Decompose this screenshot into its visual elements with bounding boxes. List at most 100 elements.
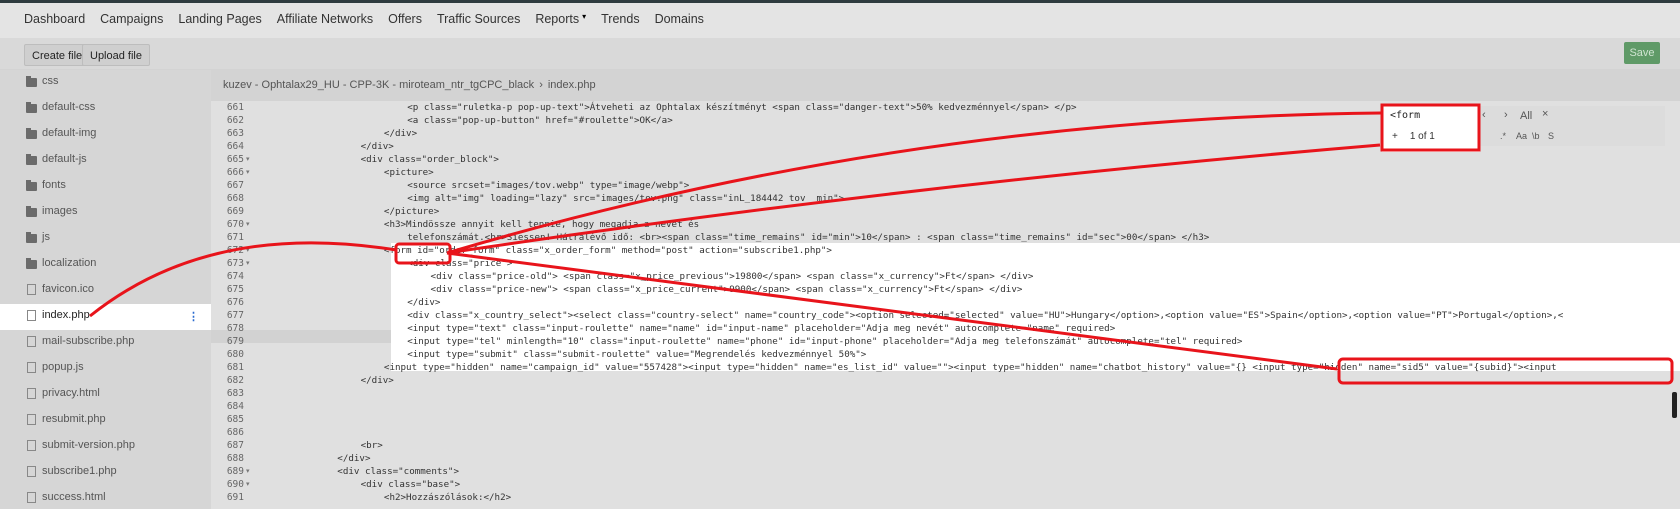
code-line[interactable]: 674 <div class="price-old"> <span class="… <box>211 270 1680 283</box>
code-text: <div class="base"> <box>360 479 461 490</box>
nav-traffic-sources[interactable]: Traffic Sources <box>437 12 520 26</box>
fold-arrow-icon[interactable]: ▾ <box>246 244 250 257</box>
code-line[interactable]: 677 <div class="x_country_select"><select… <box>211 309 1680 322</box>
code-line[interactable]: 686 <box>211 426 1680 439</box>
code-line[interactable]: 675 <div class="price-new"> <span class="… <box>211 283 1680 296</box>
code-line[interactable]: 665 ▾ <div class="order_block"> <box>211 153 1680 166</box>
file-item[interactable]: default-css <box>0 96 211 122</box>
file-item[interactable]: default-img <box>0 122 211 148</box>
code-line[interactable]: 682 </div> <box>211 374 1680 387</box>
fold-arrow-icon[interactable]: ▾ <box>246 166 250 179</box>
nav-campaigns[interactable]: Campaigns <box>100 12 163 26</box>
line-number: 664 <box>226 141 244 152</box>
code-line[interactable]: 678 <input type="text" class="input-roule… <box>211 322 1680 335</box>
whole-word-toggle[interactable]: \b <box>1532 131 1540 141</box>
code-line[interactable]: 676 </div> <box>211 296 1680 309</box>
code-line[interactable]: 667 <source srcset="images/tov.webp" type… <box>211 179 1680 192</box>
file-item[interactable]: js <box>0 226 211 252</box>
fold-arrow-icon[interactable]: ▾ <box>246 257 250 270</box>
create-file-button[interactable]: Create file <box>24 44 91 66</box>
file-item[interactable]: privacy.html <box>0 382 211 408</box>
save-button[interactable]: Save <box>1624 42 1660 64</box>
code-line[interactable]: 683 <box>211 387 1680 400</box>
file-item[interactable]: localization <box>0 252 211 278</box>
line-number: 682 <box>226 375 244 386</box>
nav-domains[interactable]: Domains <box>655 12 704 26</box>
nav-trends[interactable]: Trends <box>601 12 639 26</box>
regex-toggle[interactable]: .* <box>1500 131 1506 141</box>
code-text: <img alt="img" loading="lazy" src="image… <box>407 193 845 204</box>
search-input[interactable]: <form <box>1390 110 1420 121</box>
search-options: ‹ › All × .* Aa \b S <box>1480 106 1665 146</box>
find-all-button[interactable]: All <box>1520 110 1532 122</box>
case-toggle[interactable]: Aa <box>1516 131 1527 141</box>
file-item[interactable]: resubmit.php <box>0 408 211 434</box>
fold-arrow-icon[interactable]: ▾ <box>246 218 250 231</box>
code-line[interactable]: 681 <input type="hidden" name="campaign_i… <box>211 361 1680 374</box>
prev-match-icon[interactable]: ‹ <box>1482 109 1486 121</box>
code-text: <div class="order_block"> <box>360 154 499 165</box>
file-item[interactable]: success.html <box>0 486 211 509</box>
code-line[interactable]: 669 </picture> <box>211 205 1680 218</box>
file-item[interactable]: fonts <box>0 174 211 200</box>
nav-affiliate-networks[interactable]: Affiliate Networks <box>277 12 373 26</box>
code-text: </div> <box>360 375 394 386</box>
search-box[interactable]: <form +1 of 1 <box>1382 106 1480 152</box>
nav-landing-pages[interactable]: Landing Pages <box>178 12 261 26</box>
line-number: 662 <box>226 115 244 126</box>
file-item[interactable]: index.php ⋮ <box>0 304 211 330</box>
code-line[interactable]: 685 <box>211 413 1680 426</box>
file-item[interactable]: default-js <box>0 148 211 174</box>
code-line[interactable]: 670 ▾ <h3>Mindössze annyit kell tennie, ho… <box>211 218 1680 231</box>
nav-offers[interactable]: Offers <box>388 12 422 26</box>
code-line[interactable]: 666 ▾ <picture> <box>211 166 1680 179</box>
next-match-icon[interactable]: › <box>1504 109 1508 121</box>
file-item[interactable]: subscribe1.php <box>0 460 211 486</box>
close-icon[interactable]: × <box>1542 108 1548 120</box>
expand-replace-icon[interactable]: + <box>1392 131 1398 142</box>
fold-arrow-icon[interactable]: ▾ <box>246 153 250 166</box>
code-line[interactable]: 688 </div> <box>211 452 1680 465</box>
file-icon <box>27 440 36 451</box>
code-text: <div class="price-old"> <span class="x_p… <box>430 271 1034 282</box>
code-line[interactable]: 690 ▾ <div class="base"> <box>211 478 1680 491</box>
file-icon <box>27 466 36 477</box>
line-number: 667 <box>226 180 244 191</box>
folder-icon <box>26 232 37 243</box>
file-name: popup.js <box>42 361 84 373</box>
code-editor[interactable]: 661 <p class="ruletka-p pop-up-text">Átve… <box>211 101 1680 509</box>
upload-file-button[interactable]: Upload file <box>82 44 150 66</box>
code-line[interactable]: 673 ▾ <div class="price"> <box>211 257 1680 270</box>
code-line[interactable]: 680 <input type="submit" class="submit-ro… <box>211 348 1680 361</box>
file-tree: css default-css default-img default-js fonts… <box>0 70 211 509</box>
line-number: 681 <box>226 362 244 373</box>
code-line[interactable]: 671 telefonszámát.<br>Siessen! Hátralévő … <box>211 231 1680 244</box>
file-icon <box>27 414 36 425</box>
folder-icon <box>26 102 37 113</box>
folder-icon <box>26 76 37 87</box>
breadcrumb-path[interactable]: kuzev - Ophtalax29_HU - CPP-3K - mirotea… <box>223 79 534 91</box>
file-name: css <box>42 75 59 87</box>
file-item[interactable]: submit-version.php <box>0 434 211 460</box>
code-line[interactable]: 672 ▾ <form id="order_form" class="x_order… <box>211 244 1680 257</box>
code-line[interactable]: 691 <h2>Hozzászólások:</h2> <box>211 491 1680 504</box>
fold-arrow-icon[interactable]: ▾ <box>246 465 250 478</box>
nav-reports[interactable]: Reports <box>535 12 579 26</box>
nav-dashboard[interactable]: Dashboard <box>24 12 85 26</box>
file-item[interactable]: popup.js <box>0 356 211 382</box>
fold-arrow-icon[interactable]: ▾ <box>246 478 250 491</box>
code-line[interactable]: 668 <img alt="img" loading="lazy" src="im… <box>211 192 1680 205</box>
search-selection-toggle[interactable]: S <box>1548 131 1554 141</box>
file-item[interactable]: favicon.ico <box>0 278 211 304</box>
code-line[interactable]: 689 ▾ <div class="comments"> <box>211 465 1680 478</box>
file-item[interactable]: images <box>0 200 211 226</box>
scrollbar-thumb[interactable] <box>1672 392 1677 418</box>
code-line[interactable]: 687 <br> <box>211 439 1680 452</box>
file-item[interactable]: css <box>0 70 211 96</box>
code-line[interactable]: 684 <box>211 400 1680 413</box>
file-item[interactable]: mail-subscribe.php <box>0 330 211 356</box>
more-options-icon[interactable]: ⋮ <box>188 310 199 323</box>
code-text: </div> <box>383 128 418 139</box>
line-number: 674 <box>226 271 244 282</box>
code-line[interactable]: 679 <input type="tel" minlength="10" clas… <box>211 335 1680 348</box>
